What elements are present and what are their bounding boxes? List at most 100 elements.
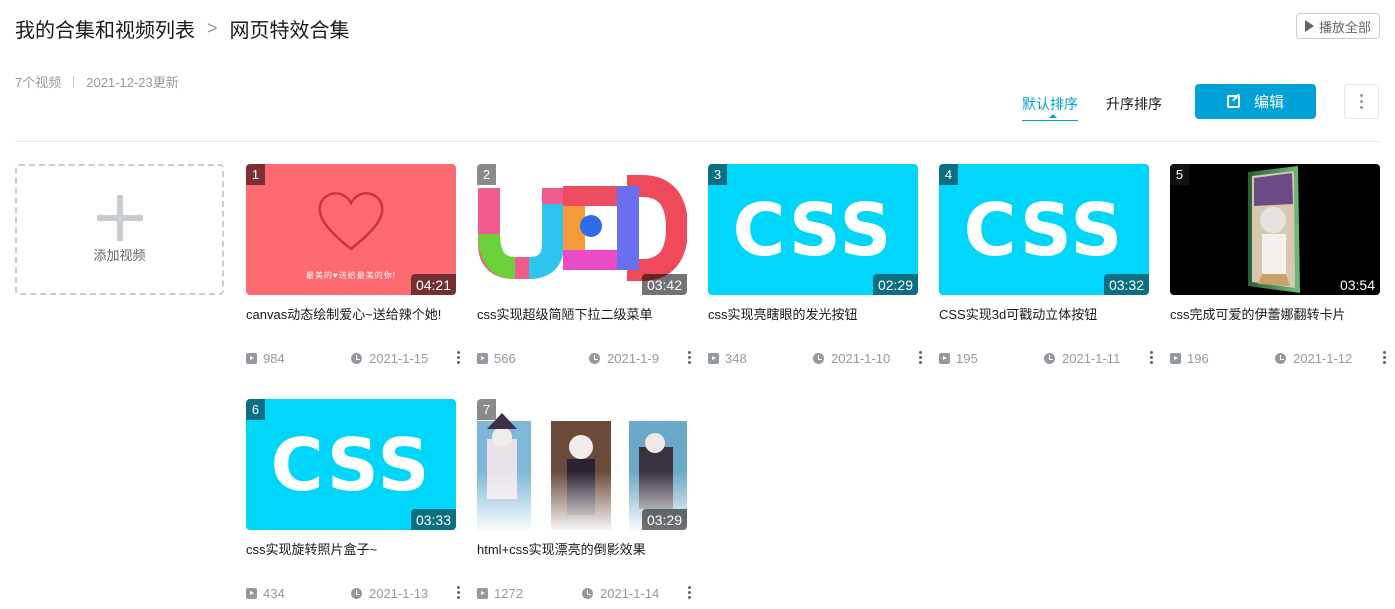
video-title[interactable]: CSS实现3d可戳动立体按钮 xyxy=(939,304,1149,346)
css-thumb-text: CSS xyxy=(732,187,894,272)
video-count: 7个视频 xyxy=(15,75,62,90)
clock-icon xyxy=(351,352,362,364)
play-count-icon xyxy=(1170,352,1181,364)
card-more-icon[interactable] xyxy=(457,586,460,599)
video-stats: 348 2021-1-10 xyxy=(708,348,922,368)
upload-date: 2021-1-15 xyxy=(369,350,429,366)
clock-icon xyxy=(1044,352,1055,364)
video-index: 1 xyxy=(246,164,265,185)
video-card[interactable]: 最美的♥送给最美的你! 1 04:21 canvas动态绘制爱心~送给辣个她! … xyxy=(246,164,460,368)
video-stats: 1272 2021-1-14 xyxy=(477,583,691,603)
video-index: 3 xyxy=(708,164,727,185)
video-title[interactable]: css实现旋转照片盒子~ xyxy=(246,539,456,581)
upload-date: 2021-1-10 xyxy=(831,350,891,366)
video-duration: 03:33 xyxy=(410,509,456,530)
view-count: 196 xyxy=(1187,350,1209,366)
upload-date: 2021-1-14 xyxy=(600,585,660,601)
video-title[interactable]: css完成可爱的伊蕾娜翻转卡片 xyxy=(1170,304,1380,346)
video-duration: 03:29 xyxy=(641,509,687,530)
more-icon-dot xyxy=(1360,100,1363,103)
video-title[interactable]: html+css实现漂亮的倒影效果 xyxy=(477,539,687,581)
video-stats: 434 2021-1-13 xyxy=(246,583,460,603)
video-card[interactable]: CSS 6 03:33 css实现旋转照片盒子~ 434 2021-1-13 xyxy=(246,399,460,603)
video-thumbnail[interactable]: CSS 4 03:32 xyxy=(939,164,1149,295)
video-title[interactable]: canvas动态绘制爱心~送给辣个她! xyxy=(246,304,456,346)
card-more-icon[interactable] xyxy=(457,351,460,364)
video-title[interactable]: css实现超级简陋下拉二级菜单 xyxy=(477,304,687,346)
breadcrumb: 我的合集和视频列表 > 网页特效合集 xyxy=(15,14,350,42)
chevron-right-icon: > xyxy=(207,17,218,38)
upload-date: 2021-1-13 xyxy=(369,585,429,601)
video-card[interactable]: 7 03:29 html+css实现漂亮的倒影效果 1272 2021-1-14 xyxy=(477,399,691,603)
play-count-icon xyxy=(708,352,719,364)
view-count: 195 xyxy=(956,350,978,366)
video-thumbnail[interactable]: CSS 6 03:33 xyxy=(246,399,456,530)
card-more-icon[interactable] xyxy=(688,586,691,599)
updated-date: 2021-12-23更新 xyxy=(86,75,179,90)
card-more-icon[interactable] xyxy=(688,351,691,364)
video-duration: 03:54 xyxy=(1334,274,1380,295)
view-count: 348 xyxy=(725,350,747,366)
view-count: 984 xyxy=(263,350,285,366)
add-video-button[interactable]: 添加视频 xyxy=(15,164,224,295)
plus-icon xyxy=(96,195,143,241)
view-count: 434 xyxy=(263,585,285,601)
clock-icon xyxy=(351,587,362,599)
more-icon-dot xyxy=(1360,94,1363,97)
video-card[interactable]: CSS 4 03:32 CSS实现3d可戳动立体按钮 195 2021-1-11 xyxy=(939,164,1153,368)
clock-icon xyxy=(582,587,593,599)
video-stats: 195 2021-1-11 xyxy=(939,348,1153,368)
video-card[interactable]: 2 03:42 css实现超级简陋下拉二级菜单 566 2021-1-9 xyxy=(477,164,691,368)
upload-date: 2021-1-12 xyxy=(1293,350,1353,366)
sort-active-caret xyxy=(1049,114,1057,118)
play-count-icon xyxy=(246,587,257,599)
edit-button[interactable]: 编辑 xyxy=(1195,84,1316,119)
collection-meta: 7个视频 2021-12-23更新 xyxy=(15,72,179,91)
sort-asc-tab[interactable]: 升序排序 xyxy=(1106,94,1162,114)
css-thumb-text: CSS xyxy=(270,422,432,507)
page-title: 网页特效合集 xyxy=(229,19,350,42)
video-thumbnail[interactable]: CSS 3 02:29 xyxy=(708,164,918,295)
video-duration: 04:21 xyxy=(410,274,456,295)
more-options-button[interactable] xyxy=(1344,84,1379,119)
meta-divider xyxy=(73,75,75,88)
view-count: 1272 xyxy=(494,585,523,601)
video-stats: 196 2021-1-12 xyxy=(1170,348,1386,368)
video-index: 6 xyxy=(246,399,265,420)
play-all-button[interactable]: 播放全部 xyxy=(1295,13,1380,39)
video-card[interactable]: 5 03:54 css完成可爱的伊蕾娜翻转卡片 196 2021-1-12 xyxy=(1170,164,1386,368)
clock-icon xyxy=(813,352,824,364)
play-count-icon xyxy=(477,587,488,599)
video-thumbnail[interactable]: 2 03:42 xyxy=(477,164,687,295)
play-all-label: 播放全部 xyxy=(1318,19,1371,35)
video-card[interactable]: CSS 3 02:29 css实现亮瞎眼的发光按钮 348 2021-1-10 xyxy=(708,164,922,368)
card-more-icon[interactable] xyxy=(1150,351,1153,364)
video-title[interactable]: css实现亮瞎眼的发光按钮 xyxy=(708,304,918,346)
video-duration: 02:29 xyxy=(872,274,918,295)
divider xyxy=(15,141,1380,142)
view-count: 566 xyxy=(494,350,516,366)
clock-icon xyxy=(1275,352,1286,364)
play-count-icon xyxy=(939,352,950,364)
video-thumbnail[interactable]: 5 03:54 xyxy=(1170,164,1380,295)
video-index: 7 xyxy=(477,399,496,420)
add-video-label: 添加视频 xyxy=(93,248,146,263)
clock-icon xyxy=(589,352,600,364)
video-index: 5 xyxy=(1170,164,1189,185)
more-icon-dot xyxy=(1360,106,1363,109)
breadcrumb-root[interactable]: 我的合集和视频列表 xyxy=(15,14,195,43)
play-count-icon xyxy=(477,352,488,364)
video-index: 2 xyxy=(477,164,496,185)
card-more-icon[interactable] xyxy=(919,351,922,364)
play-icon xyxy=(1304,20,1314,32)
video-stats: 566 2021-1-9 xyxy=(477,348,691,368)
play-count-icon xyxy=(246,352,257,364)
card-more-icon[interactable] xyxy=(1383,351,1386,364)
video-duration: 03:32 xyxy=(1103,274,1149,295)
css-thumb-text: CSS xyxy=(963,187,1125,272)
video-duration: 03:42 xyxy=(641,274,687,295)
video-thumbnail[interactable]: 最美的♥送给最美的你! 1 04:21 xyxy=(246,164,456,295)
video-thumbnail[interactable]: 7 03:29 xyxy=(477,399,687,530)
edit-icon xyxy=(1226,95,1240,108)
heart-icon xyxy=(318,191,384,251)
